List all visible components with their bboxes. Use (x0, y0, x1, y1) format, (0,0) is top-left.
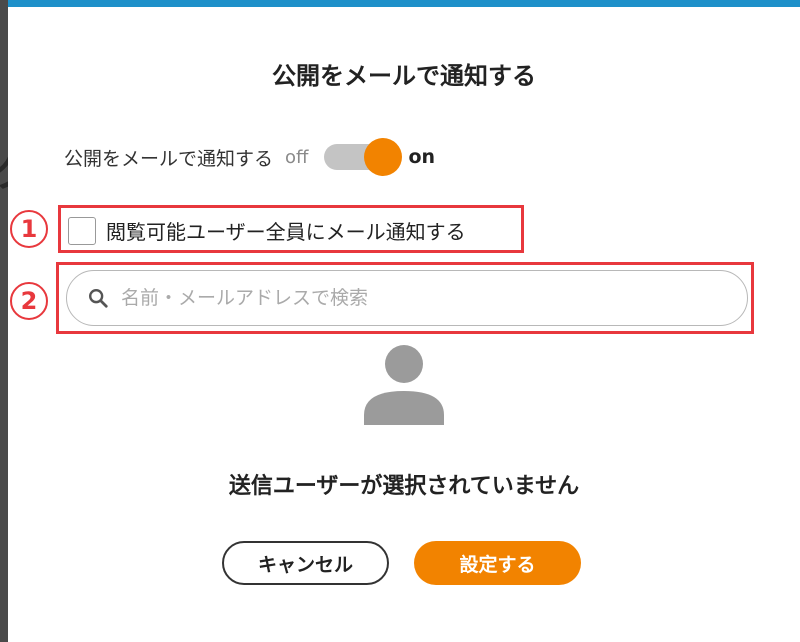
user-search-field[interactable] (66, 270, 748, 326)
notify-all-checkbox-label[interactable]: 閲覧可能ユーザー全員にメール通知する (106, 216, 466, 245)
notify-dialog: 公開をメールで通知する 公開をメールで通知する off on 1 閲覧可能ユーザ… (8, 0, 800, 642)
notify-all-checkbox-row[interactable]: 閲覧可能ユーザー全員にメール通知する (68, 216, 466, 245)
toggle-off-label: off (285, 146, 309, 168)
search-input[interactable] (119, 286, 683, 310)
notify-toggle-row: 公開をメールで通知する off on (64, 138, 435, 176)
annotation-number-1: 1 (10, 210, 48, 248)
toggle-label: 公開をメールで通知する (64, 147, 274, 170)
cancel-button[interactable]: キャンセル (222, 541, 389, 585)
notify-all-checkbox[interactable] (68, 216, 96, 245)
submit-button[interactable]: 設定する (414, 541, 581, 585)
notify-toggle-switch[interactable] (320, 138, 403, 176)
toggle-on-label: on (408, 146, 436, 168)
dialog-title: 公開をメールで通知する (272, 62, 536, 90)
empty-state-text: 送信ユーザーが選択されていません (228, 474, 580, 499)
annotation-number-2: 2 (10, 282, 48, 320)
user-placeholder-icon (364, 345, 444, 425)
dialog-top-bar (8, 0, 800, 7)
search-icon (89, 289, 108, 308)
toggle-knob (364, 138, 403, 176)
